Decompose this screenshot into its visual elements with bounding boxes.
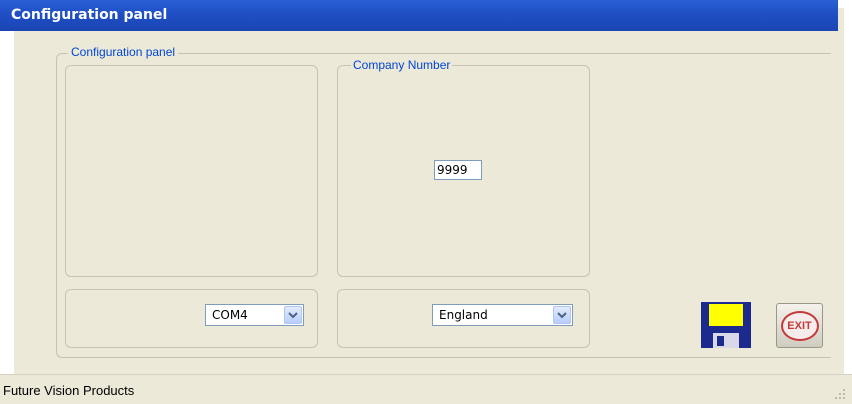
save-button[interactable] [700,301,752,349]
chevron-down-icon [288,312,298,319]
company-number-legend: Company Number [351,58,453,72]
window-title: Configuration panel [11,7,168,23]
floppy-disk-icon [701,302,751,348]
left-config-group [65,65,318,277]
country-select[interactable]: England [432,304,573,326]
chevron-down-icon [557,312,567,319]
exit-icon: EXIT [780,310,819,341]
com-port-select[interactable]: COM4 [205,304,304,326]
country-value: England [439,308,488,322]
configuration-frame-legend: Configuration panel [68,45,179,59]
country-dropdown-button[interactable] [553,306,571,324]
status-bar: Future Vision Products [0,374,852,404]
status-text: Future Vision Products [3,383,135,398]
resize-grip-icon[interactable] [834,388,846,400]
com-port-dropdown-button[interactable] [284,306,302,324]
company-number-input[interactable]: 9999 [434,160,482,180]
window-titlebar[interactable]: Configuration panel [0,0,838,31]
exit-button[interactable]: EXIT [776,303,823,348]
exit-label: EXIT [787,319,812,332]
com-port-value: COM4 [212,308,248,322]
